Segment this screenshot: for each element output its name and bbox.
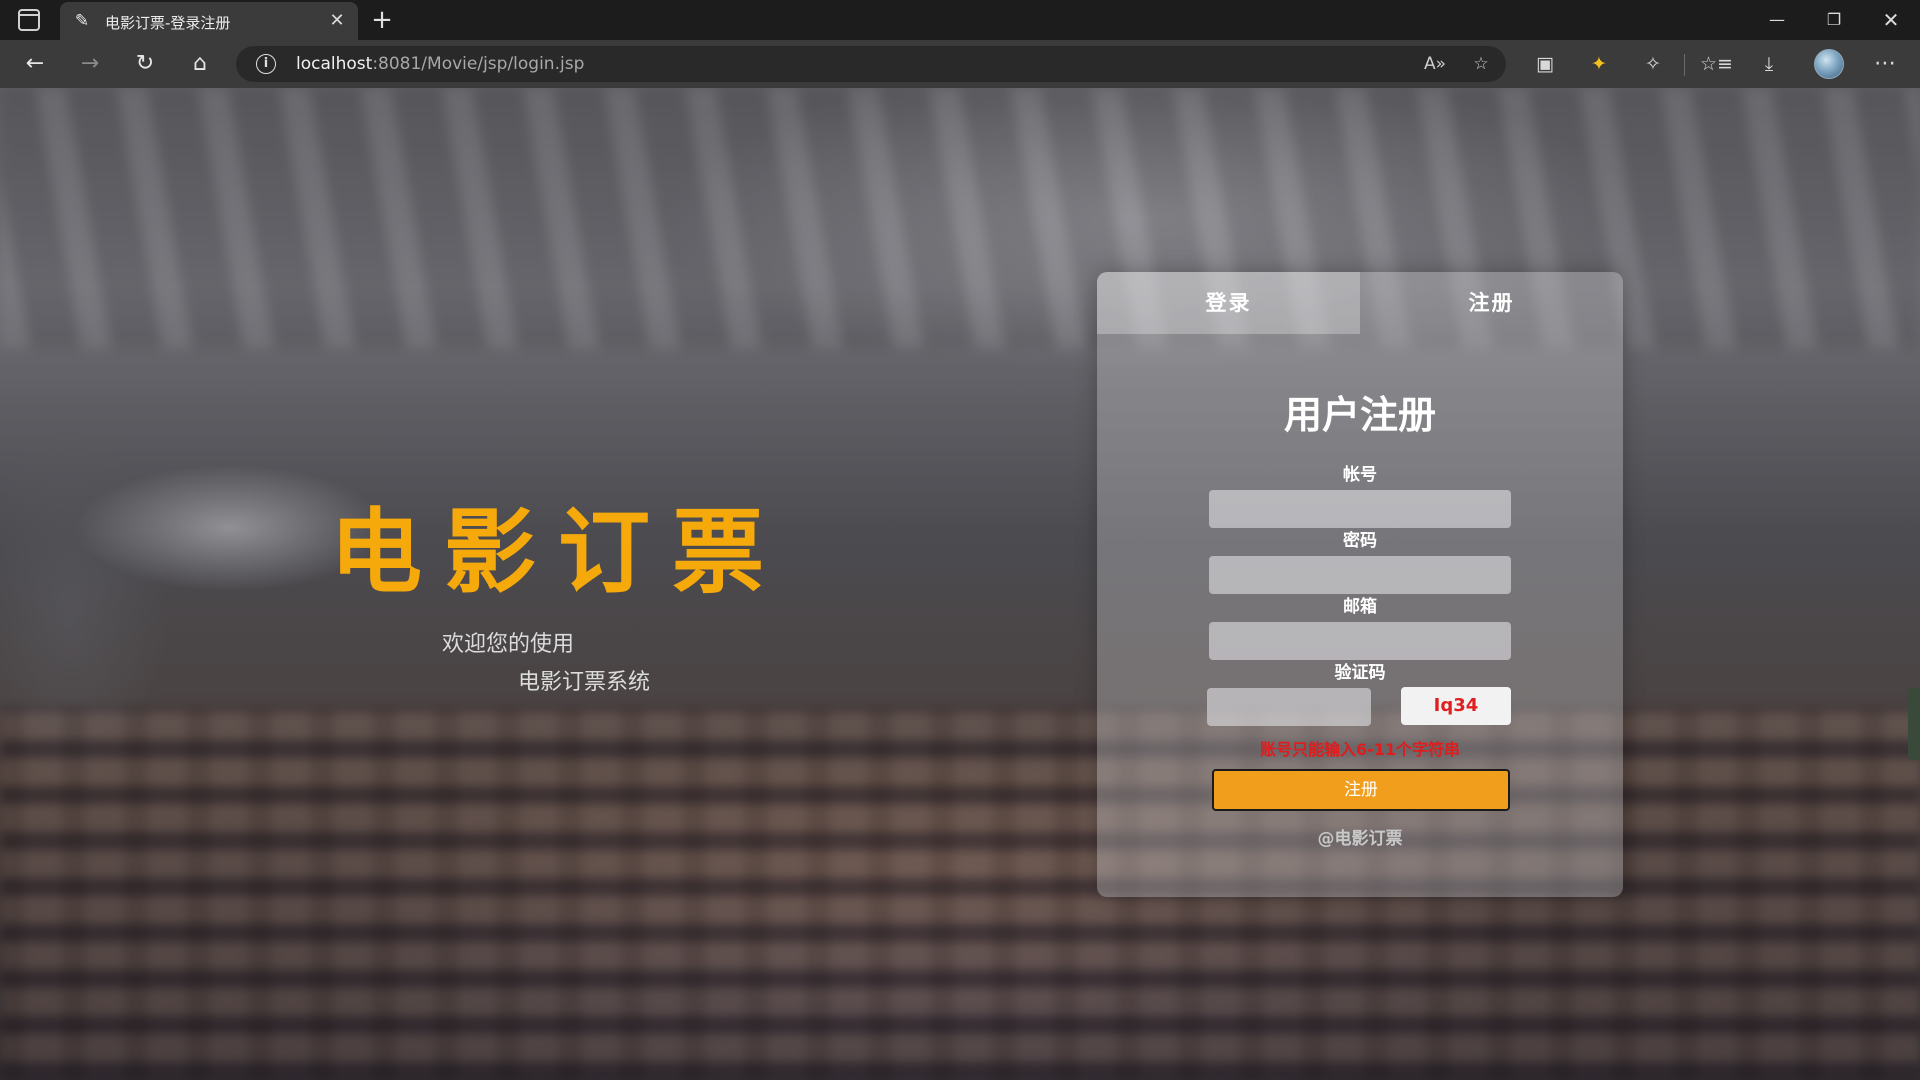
new-tab-button[interactable]: +: [368, 6, 396, 34]
edge-handle[interactable]: [1908, 688, 1920, 760]
email-input[interactable]: [1209, 622, 1511, 660]
feather-pen-icon: ✎: [74, 11, 90, 31]
extensions-puzzle-icon[interactable]: ✧: [1638, 50, 1668, 78]
url-text[interactable]: localhost:8081/Movie/jsp/login.jsp: [296, 54, 584, 74]
page-viewport: 电影订票 欢迎您的使用 电影订票系统 登录 注册 用户注册 帐号 密码 邮箱 验…: [0, 88, 1920, 1080]
window-close-button[interactable]: ✕: [1862, 0, 1920, 40]
read-aloud-icon[interactable]: A»: [1422, 52, 1448, 76]
account-input[interactable]: [1209, 490, 1511, 528]
auth-panel: 登录 注册 用户注册 帐号 密码 邮箱 验证码 Iq34 账号只能输入6-11个…: [1097, 272, 1623, 897]
register-button[interactable]: 注册: [1212, 769, 1510, 811]
more-options-icon[interactable]: ⋯: [1870, 50, 1900, 78]
form-title: 用户注册: [1283, 393, 1436, 437]
tab-login[interactable]: 登录: [1097, 272, 1360, 334]
captcha-label: 验证码: [1334, 663, 1386, 683]
background-seats: [0, 708, 1920, 1080]
close-icon[interactable]: ✕: [326, 10, 348, 32]
extension-icon[interactable]: ▣: [1530, 50, 1560, 78]
refresh-button[interactable]: ↻: [128, 48, 162, 80]
browser-tab-bar: ✎ 电影订票-登录注册 ✕ + — ❐ ✕: [0, 0, 1920, 40]
sidebar-toggle-icon[interactable]: [18, 9, 40, 31]
add-favorite-icon[interactable]: ☆: [1468, 52, 1494, 76]
footer-note: @电影订票: [1317, 829, 1403, 849]
password-label: 密码: [1343, 531, 1377, 551]
hero-welcome-text: 欢迎您的使用: [442, 632, 575, 657]
home-button[interactable]: ⌂: [183, 48, 217, 80]
info-icon[interactable]: i: [256, 54, 276, 74]
email-label: 邮箱: [1343, 597, 1377, 617]
toolbar-divider: [1684, 54, 1685, 76]
error-message: 账号只能输入6-11个字符串: [1259, 740, 1461, 759]
browser-tab[interactable]: ✎ 电影订票-登录注册 ✕: [60, 2, 358, 40]
account-label: 帐号: [1343, 465, 1377, 485]
password-input[interactable]: [1209, 556, 1511, 594]
extension-star-icon[interactable]: ✦: [1584, 50, 1614, 78]
address-bar[interactable]: i localhost:8081/Movie/jsp/login.jsp A» …: [236, 46, 1506, 82]
background-ceiling: [0, 88, 1920, 348]
hero-title: 电影订票: [330, 499, 787, 606]
restore-button[interactable]: ❐: [1805, 0, 1863, 40]
browser-toolbar: ← → ↻ ⌂ i localhost:8081/Movie/jsp/login…: [0, 40, 1920, 88]
forward-button[interactable]: →: [73, 48, 107, 80]
tab-register[interactable]: 注册: [1360, 272, 1623, 334]
favorites-icon[interactable]: ☆≡: [1700, 50, 1733, 78]
url-path: :8081/Movie/jsp/login.jsp: [372, 54, 585, 74]
profile-avatar[interactable]: [1814, 49, 1844, 79]
back-button[interactable]: ←: [18, 48, 52, 80]
captcha-input[interactable]: [1207, 688, 1371, 726]
url-host: localhost: [296, 54, 373, 74]
tab-title: 电影订票-登录注册: [105, 14, 231, 32]
minimize-button[interactable]: —: [1748, 0, 1806, 40]
downloads-icon[interactable]: ⤓: [1754, 50, 1784, 78]
captcha-code[interactable]: Iq34: [1401, 687, 1511, 725]
hero-system-text: 电影订票系统: [518, 670, 651, 695]
